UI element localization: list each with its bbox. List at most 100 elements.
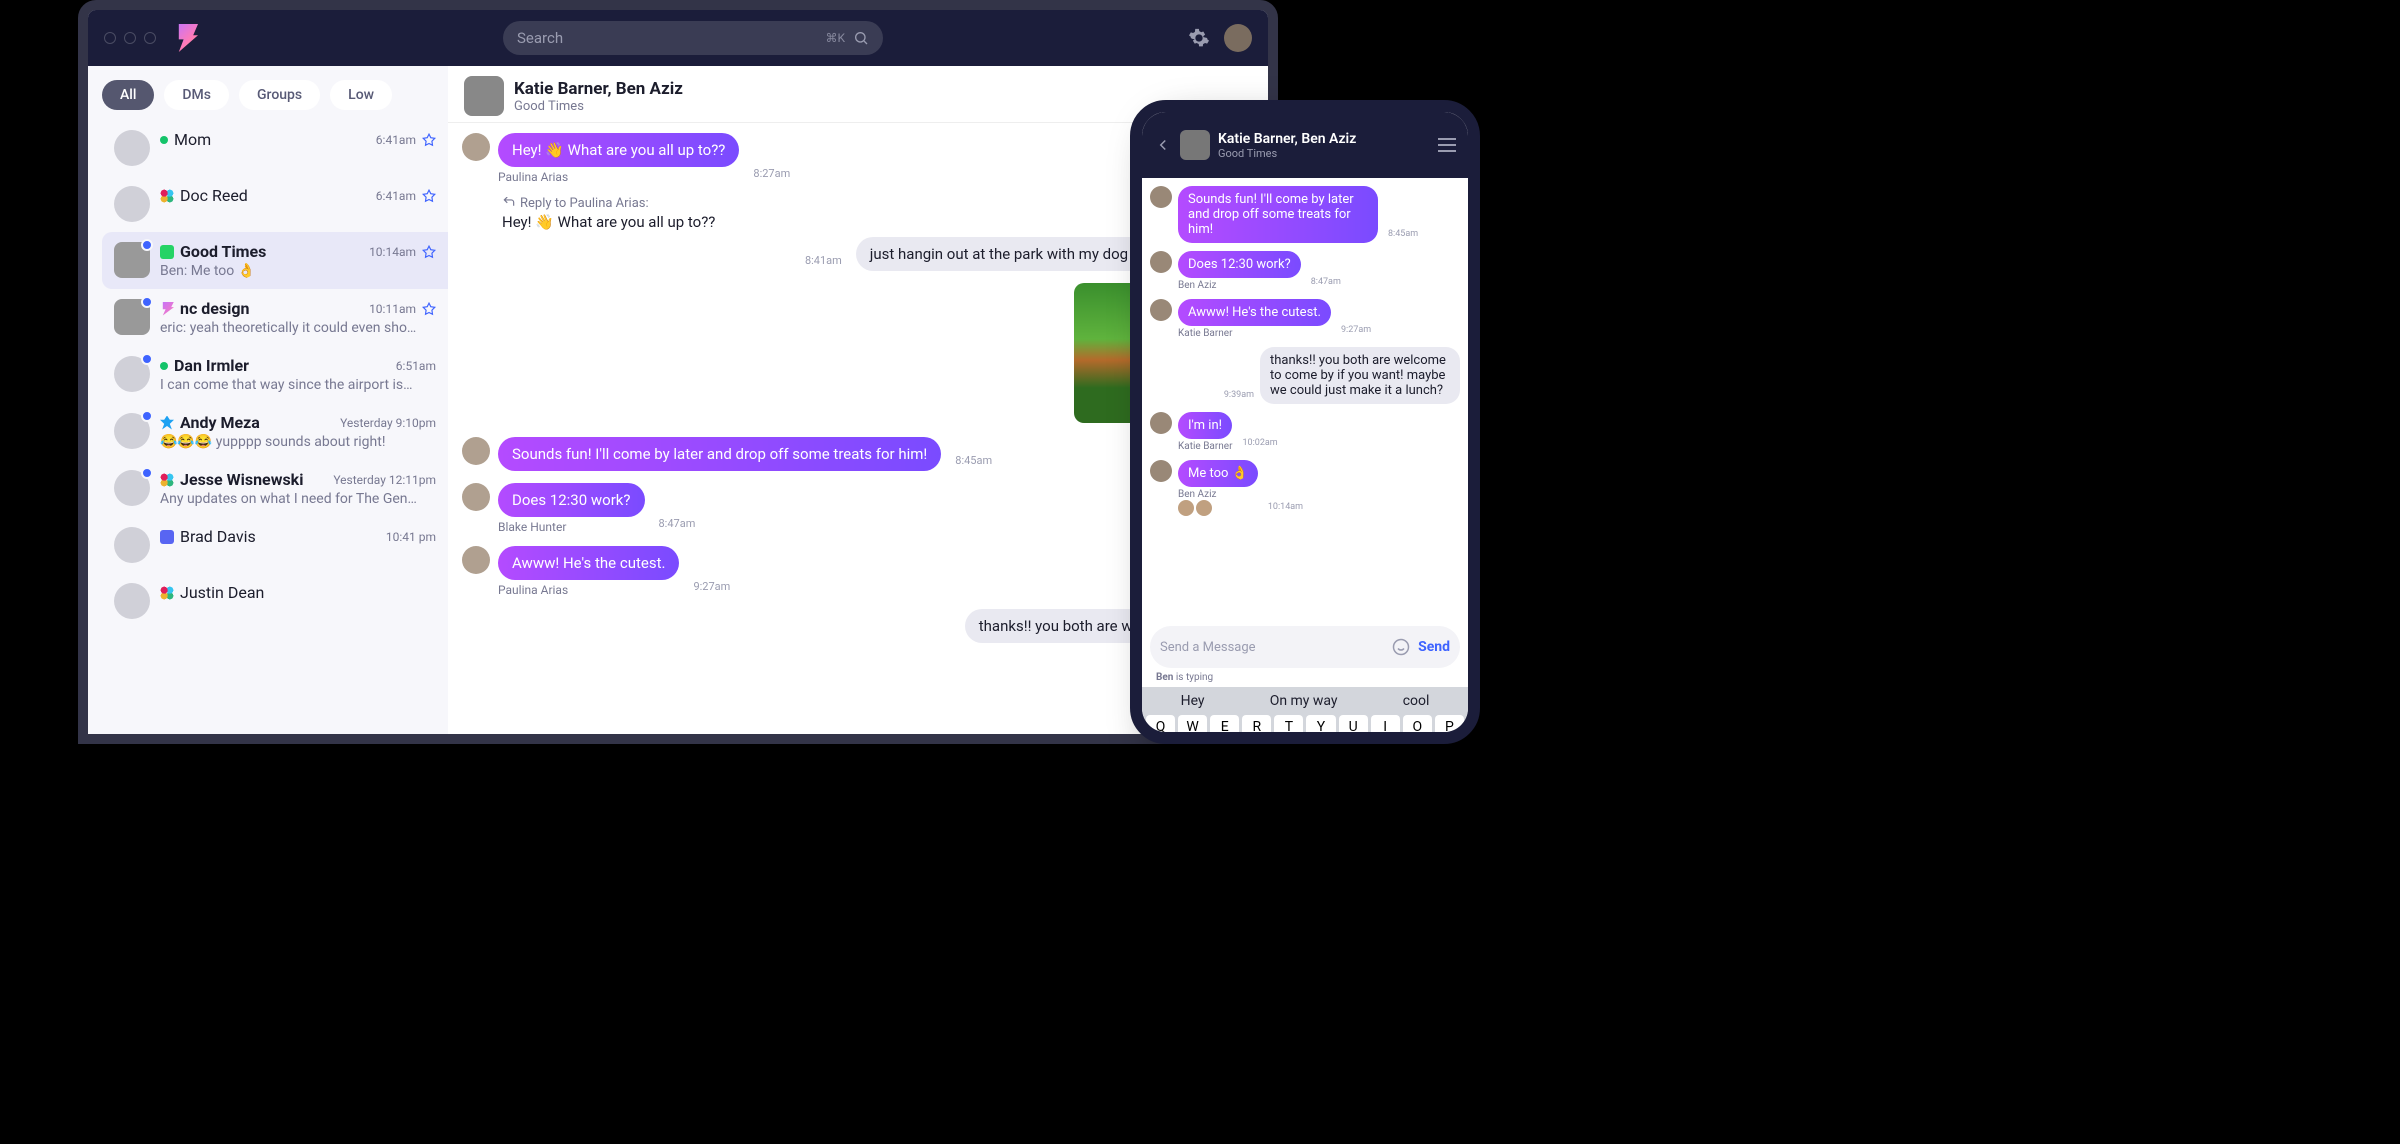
send-button[interactable]: Send — [1418, 639, 1450, 655]
conversation-preview: I can come that way since the airport is… — [160, 377, 436, 393]
message-bubble: Sounds fun! I'll come by later and drop … — [498, 437, 941, 471]
phone-subtitle: Good Times — [1218, 147, 1356, 160]
conversation-time: 6:41am — [376, 189, 416, 203]
keyboard-key[interactable]: E — [1210, 715, 1239, 739]
desktop-window: Search ⌘K All DMs Groups Low Mom 6:41am — [78, 0, 1278, 744]
twitter-icon — [160, 416, 174, 430]
star-icon[interactable] — [422, 133, 436, 147]
phone-message-row: 9:39amthanks!! you both are welcome to c… — [1150, 347, 1460, 404]
filter-tab-low[interactable]: Low — [330, 80, 392, 110]
conversation-avatar — [114, 413, 150, 449]
conversation-time: 6:41am — [376, 133, 416, 147]
keyboard-suggestion[interactable]: Hey — [1181, 693, 1205, 709]
keyboard-key[interactable]: W — [1178, 715, 1207, 739]
unread-badge-icon — [141, 467, 153, 479]
conversation-name: Doc Reed — [180, 186, 248, 205]
message-time: 8:47am — [659, 517, 696, 530]
phone-group-avatar — [1180, 130, 1210, 160]
conversation-item[interactable]: Jesse Wisnewski Yesterday 12:11pm Any up… — [102, 460, 448, 517]
keyboard-key[interactable]: I — [1371, 715, 1400, 739]
reply-icon — [502, 197, 516, 211]
phone-title: Katie Barner, Ben Aziz — [1218, 131, 1356, 147]
message-time: 8:27am — [753, 167, 790, 180]
search-input[interactable]: Search ⌘K — [503, 21, 883, 55]
window-controls[interactable] — [104, 32, 156, 44]
conversation-title: Katie Barner, Ben Aziz — [514, 79, 683, 99]
group-avatar — [464, 76, 504, 116]
conversation-avatar — [114, 130, 150, 166]
conversation-item[interactable]: nc design 10:11am eric: yeah theoretical… — [102, 289, 448, 346]
conversation-item[interactable]: Good Times 10:14am Ben: Me too 👌 — [102, 232, 448, 289]
conversation-time: 6:51am — [396, 359, 436, 373]
conversation-subtitle: Good Times — [514, 99, 683, 114]
message-time: 9:27am — [693, 580, 730, 593]
traffic-light-close[interactable] — [104, 32, 116, 44]
search-shortcut: ⌘K — [825, 31, 845, 45]
conversation-name: Jesse Wisnewski — [180, 470, 303, 489]
keyboard-key[interactable]: U — [1339, 715, 1368, 739]
conversation-name: Andy Meza — [180, 413, 260, 432]
unread-badge-icon — [141, 296, 153, 308]
conversation-avatar — [114, 583, 150, 619]
conversation-item[interactable]: Doc Reed 6:41am — [102, 176, 448, 232]
message-bubble: Does 12:30 work? — [498, 483, 645, 517]
message-sender: Blake Hunter — [498, 520, 645, 534]
slack-icon — [160, 586, 174, 600]
conversation-item[interactable]: Andy Meza Yesterday 9:10pm 😂😂😂 yupppp so… — [102, 403, 448, 460]
conversation-time: 10:11am — [369, 302, 416, 316]
message-time: 8:45am — [955, 454, 992, 467]
menu-icon[interactable] — [1438, 138, 1456, 152]
traffic-light-max[interactable] — [144, 32, 156, 44]
keyboard-key[interactable]: P — [1435, 715, 1464, 739]
phone-message-input[interactable]: Send a Message Send — [1150, 626, 1460, 668]
traffic-light-min[interactable] — [124, 32, 136, 44]
conversation-list: Mom 6:41am Doc Reed 6:41am — [102, 120, 448, 629]
conversation-avatar — [114, 527, 150, 563]
conversation-preview: 😂😂😂 yupppp sounds about right! — [160, 434, 436, 450]
emoji-icon[interactable] — [1392, 638, 1410, 656]
phone-message-bubble: Awww! He's the cutest. — [1178, 299, 1331, 326]
search-icon — [853, 30, 869, 46]
keyboard-key[interactable]: T — [1274, 715, 1303, 739]
phone-header: Katie Barner, Ben Aziz Good Times — [1142, 112, 1468, 178]
conversation-preview: eric: yeah theoretically it could even s… — [160, 320, 436, 336]
keyboard-key[interactable]: Q — [1146, 715, 1175, 739]
phone-message-bubble: I'm in! — [1178, 412, 1232, 439]
back-icon[interactable] — [1154, 136, 1172, 154]
phone-keyboard: Hey On my way cool QWERTYUIOP — [1142, 687, 1468, 744]
search-placeholder: Search — [517, 29, 817, 47]
phone-message-bubble: Me too 👌 — [1178, 460, 1258, 487]
gear-icon[interactable] — [1188, 27, 1210, 49]
phone-message-sender: Katie Barner — [1178, 328, 1331, 339]
message-sender: Paulina Arias — [498, 170, 739, 184]
unread-badge-icon — [141, 239, 153, 251]
star-icon[interactable] — [422, 245, 436, 259]
conversation-time: Yesterday 9:10pm — [340, 416, 436, 430]
phone-message-time: 8:47am — [1311, 277, 1341, 287]
sidebar: All DMs Groups Low Mom 6:41am — [88, 66, 448, 734]
typing-indicator: Ben is typing — [1142, 668, 1468, 687]
conversation-item[interactable]: Dan Irmler 6:51am I can come that way si… — [102, 346, 448, 403]
keyboard-suggestion[interactable]: On my way — [1270, 693, 1338, 709]
star-icon[interactable] — [422, 189, 436, 203]
keyboard-suggestion[interactable]: cool — [1403, 693, 1430, 709]
conversation-time: 10:14am — [369, 245, 416, 259]
filter-tab-groups[interactable]: Groups — [239, 80, 320, 110]
star-icon[interactable] — [422, 302, 436, 316]
conversation-item[interactable]: Justin Dean — [102, 573, 448, 629]
slack-icon — [160, 473, 174, 487]
filter-tab-all[interactable]: All — [102, 80, 154, 110]
conversation-item[interactable]: Mom 6:41am — [102, 120, 448, 176]
whatsapp-icon — [160, 245, 174, 259]
keyboard-key[interactable]: O — [1403, 715, 1432, 739]
filter-tab-dms[interactable]: DMs — [164, 80, 229, 110]
phone-message-sender: Ben Aziz — [1178, 489, 1258, 516]
message-bubble: Awww! He's the cutest. — [498, 546, 679, 580]
user-avatar[interactable] — [1224, 24, 1252, 52]
keyboard-key[interactable]: R — [1242, 715, 1271, 739]
keyboard-suggestions: Hey On my way cool — [1142, 687, 1468, 715]
message-time: 8:41am — [805, 254, 842, 267]
keyboard-key[interactable]: Y — [1306, 715, 1335, 739]
phone-message-time: 10:14am — [1268, 502, 1303, 512]
conversation-item[interactable]: Brad Davis 10:41 pm — [102, 517, 448, 573]
